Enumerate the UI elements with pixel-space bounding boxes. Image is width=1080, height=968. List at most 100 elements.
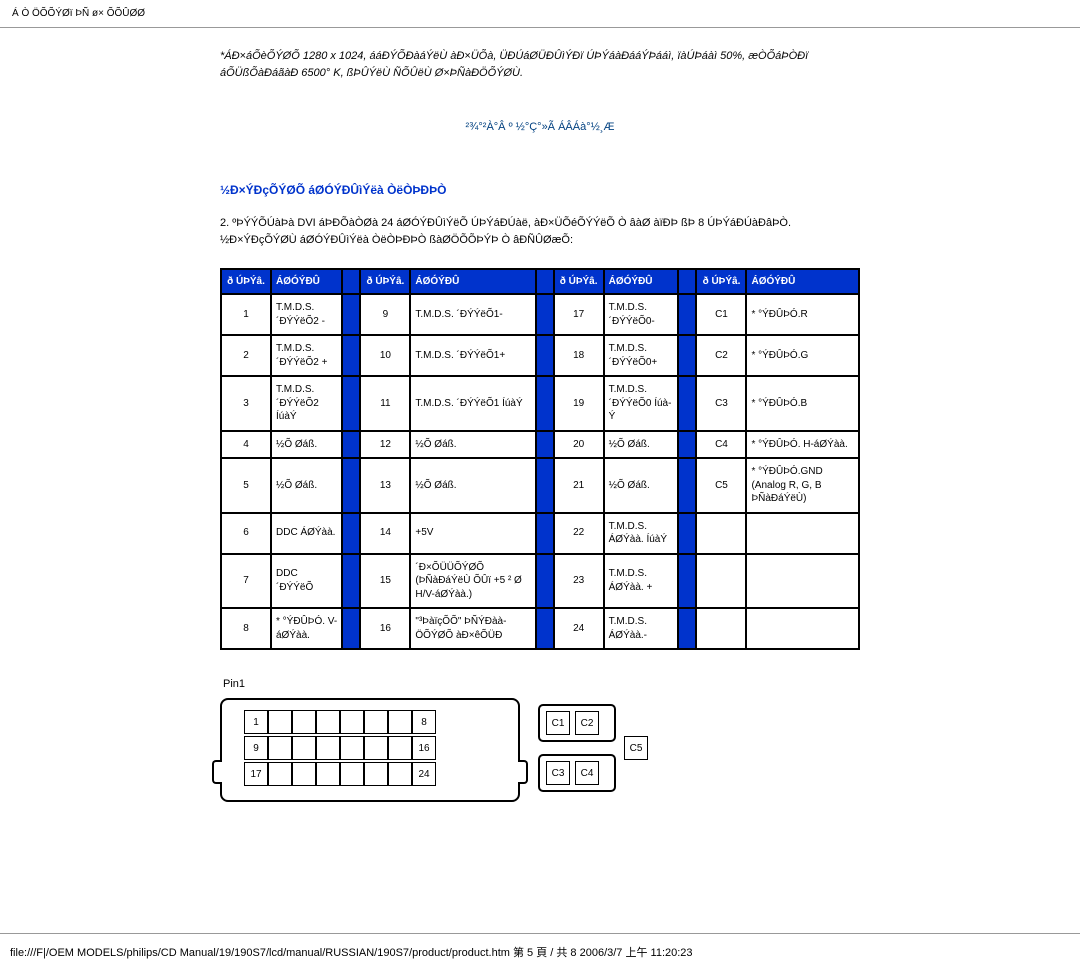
pin-signal: * °ÝÐÛÞÓ.R (746, 294, 859, 335)
col-separator (342, 376, 360, 431)
connector-c-block-bottom: C3 C4 (538, 754, 616, 792)
pin-number: 12 (360, 431, 410, 459)
pin-signal: T.M.D.S. ´ÐÝÝëÕ1- (410, 294, 535, 335)
pin-signal: ½Õ Øáß. (410, 431, 535, 459)
col-separator (678, 294, 696, 335)
col-header-signal: ÁØÓÝÐÛ (271, 269, 342, 294)
pin-number: 15 (360, 554, 410, 609)
intro-note-text: *ÁÐ×áÕèÕÝØÕ 1280 x 1024, ááÐÝÕÐàáÝëÙ àÐ×… (220, 50, 808, 79)
pin-cell: 9 (244, 736, 268, 760)
pin-number: 24 (554, 608, 604, 649)
table-row: 8* °ÝÐÛÞÓ. V-áØÝàà.16"³ÞàïçÕÕ" ÞÑÝÐàà-ÖÕ… (221, 608, 859, 649)
connector-c-block-top: C1 C2 (538, 704, 616, 742)
pin-signal: * °ÝÐÛÞÓ. V-áØÝàà. (271, 608, 342, 649)
col-separator (536, 294, 554, 335)
pin-number: 6 (221, 513, 271, 554)
connector-pin-grid: 1 8 9 16 (244, 710, 436, 786)
col-separator (536, 458, 554, 513)
col-separator (536, 608, 554, 649)
pin-signal: T.M.D.S. ÁØÝàà.- (604, 608, 679, 649)
pin-cell (316, 736, 340, 760)
table-row: 5½Õ Øáß.13½Õ Øáß.21½Õ Øáß.C5* °ÝÐÛÞÓ.GND… (221, 458, 859, 513)
pin1-label: Pin1 (223, 678, 245, 690)
pin-signal: T.M.D.S. ´ÐÝÝëÕ0+ (604, 335, 679, 376)
pin-cell (316, 710, 340, 734)
pin-cell (292, 736, 316, 760)
col-separator (342, 608, 360, 649)
col-separator (678, 554, 696, 609)
pin-signal: T.M.D.S. ÁØÝàà. + (604, 554, 679, 609)
pin-number: 23 (554, 554, 604, 609)
table-row: 2T.M.D.S. ´ÐÝÝëÕ2 +10T.M.D.S. ´ÐÝÝëÕ1+18… (221, 335, 859, 376)
col-header-signal: ÁØÓÝÐÛ (410, 269, 535, 294)
pin-signal (746, 608, 859, 649)
c-pin: C1 (546, 711, 570, 735)
pin-cell (388, 710, 412, 734)
col-separator (536, 513, 554, 554)
col-header-pin: ð ÚÞÝâ. (360, 269, 410, 294)
pin-number: 11 (360, 376, 410, 431)
pin-cell (364, 762, 388, 786)
pin-signal: * °ÝÐÛÞÓ.B (746, 376, 859, 431)
col-separator (342, 294, 360, 335)
pin-signal: T.M.D.S. ´ÐÝÝëÕ0- (604, 294, 679, 335)
connector-bump-left (212, 760, 222, 784)
pin-cell (292, 710, 316, 734)
pin-number (696, 608, 746, 649)
col-separator (536, 269, 554, 294)
pin-cell: 16 (412, 736, 436, 760)
table-row: 4½Õ Øáß.12½Õ Øáß.20½Õ Øáß.C4* °ÝÐÛÞÓ. H-… (221, 431, 859, 459)
back-to-top-link[interactable]: ²¾°²À°Â º ½°Ç°»Ã ÁÂÁà°½¸Æ (220, 121, 860, 133)
pin-number: 1 (221, 294, 271, 335)
col-separator (342, 431, 360, 459)
pin-cell (388, 736, 412, 760)
c-pin: C3 (546, 761, 570, 785)
col-separator (678, 608, 696, 649)
pin-signal: T.M.D.S. ´ÐÝÝëÕ1+ (410, 335, 535, 376)
pin-signal: T.M.D.S. ´ÐÝÝëÕ2 Íúà­Ý (271, 376, 342, 431)
pin-cell: 24 (412, 762, 436, 786)
pin-number: C2 (696, 335, 746, 376)
pin-signal: +5V (410, 513, 535, 554)
pin-signal: T.M.D.S. ´ÐÝÝëÕ1 Íúà­Ý (410, 376, 535, 431)
pin-number: 2 (221, 335, 271, 376)
pin-assignment-table: ð ÚÞÝâ. ÁØÓÝÐÛ ð ÚÞÝâ. ÁØÓÝÐÛ ð ÚÞÝâ. ÁØ… (220, 268, 860, 650)
col-separator (678, 269, 696, 294)
pin-cell (316, 762, 340, 786)
col-separator (678, 376, 696, 431)
section-title: ½Ð×ÝÐçÕÝØÕ áØÓÝÐÛìÝëà ÒëÒÞÐÞÒ (220, 183, 860, 197)
pin-signal: T.M.D.S. ´ÐÝÝëÕ2 - (271, 294, 342, 335)
c5-pin: C5 (624, 736, 648, 760)
pin-signal: ½Õ Øáß. (271, 458, 342, 513)
pin-number: 22 (554, 513, 604, 554)
pin-signal (746, 554, 859, 609)
pin-number: 16 (360, 608, 410, 649)
col-separator (678, 431, 696, 459)
col-header-signal: ÁØÓÝÐÛ (604, 269, 679, 294)
pin-signal: ½Õ Øáß. (604, 431, 679, 459)
pin-number: 17 (554, 294, 604, 335)
pin-signal: T.M.D.S. ÁØÝàà. Íúà­Ý (604, 513, 679, 554)
page-header: Á Ò ÖÕÕÝØï ÞÑ ø× ÕÕÛØØ (0, 0, 1080, 27)
section-desc: 2. ºÞÝÝÕÚàÞà DVI áÞÐÕàÒØà 24 áØÓÝÐÛìÝëÕ … (220, 215, 860, 248)
intro-note: *ÁÐ×áÕèÕÝØÕ 1280 x 1024, ááÐÝÕÐàáÝëÙ àÐ×… (220, 48, 860, 81)
col-header-signal: ÁØÓÝÐÛ (746, 269, 859, 294)
pin-signal: * °ÝÐÛÞÓ.G (746, 335, 859, 376)
col-separator (536, 554, 554, 609)
pin-number: 10 (360, 335, 410, 376)
pin-cell: 1 (244, 710, 268, 734)
pin-signal: ´Ð×ÕÜÜÕÝØÕ (ÞÑàÐáÝëÙ ÕÛï +5 ² Ø H/V-áØÝà… (410, 554, 535, 609)
col-header-pin: ð ÚÞÝâ. (221, 269, 271, 294)
pin-number (696, 513, 746, 554)
pin-number: C1 (696, 294, 746, 335)
pin-signal: DDC ´ÐÝÝëÕ (271, 554, 342, 609)
pin-number: C5 (696, 458, 746, 513)
col-separator (536, 376, 554, 431)
pin-number: 13 (360, 458, 410, 513)
pin-cell (268, 762, 292, 786)
pin-cell (340, 736, 364, 760)
pin-signal: "³ÞàïçÕÕ" ÞÑÝÐàà-ÖÕÝØÕ àÐ×êÕÜÐ (410, 608, 535, 649)
table-row: 3T.M.D.S. ´ÐÝÝëÕ2 Íúà­Ý11T.M.D.S. ´ÐÝÝëÕ… (221, 376, 859, 431)
pin-cell (364, 710, 388, 734)
pin-signal: ½Õ Øáß. (271, 431, 342, 459)
